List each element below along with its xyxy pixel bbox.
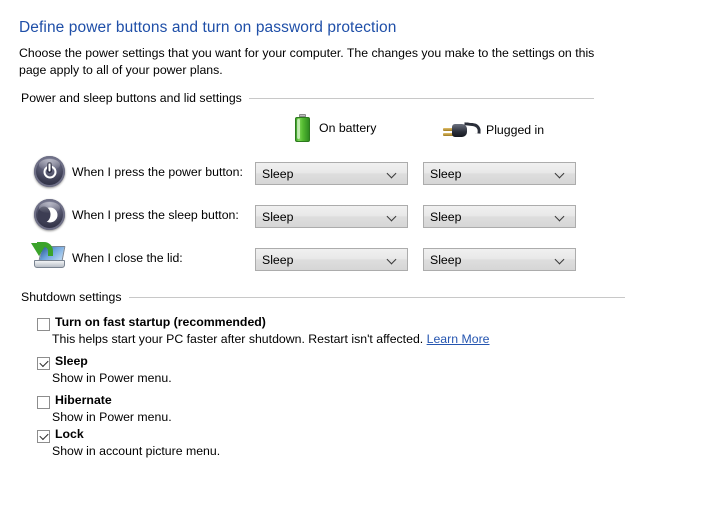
checkbox-sleep[interactable] (37, 357, 50, 370)
battery-icon (295, 114, 310, 142)
chevron-down-icon (556, 170, 564, 178)
page-title: Define power buttons and turn on passwor… (19, 19, 397, 36)
checkbox-lock[interactable] (37, 430, 50, 443)
power-group-rule (246, 98, 594, 99)
sleep-button-plugged-in-value: Sleep (430, 209, 462, 224)
power-options-page: Define power buttons and turn on passwor… (0, 0, 721, 513)
chevron-down-icon (388, 170, 396, 178)
power-button-icon (34, 156, 66, 188)
row-label-sleep-button: When I press the sleep button: (72, 208, 239, 222)
sleep-button-on-battery-value: Sleep (262, 209, 294, 224)
close-lid-plugged-in-select[interactable]: Sleep (423, 248, 576, 271)
column-header-plugged-in-label: Plugged in (486, 123, 545, 137)
fast-startup-description: This helps start your PC faster after sh… (52, 332, 490, 346)
checkbox-hibernate[interactable] (37, 396, 50, 409)
close-lid-on-battery-value: Sleep (262, 252, 294, 267)
checkbox-label-lock: Lock (55, 427, 84, 441)
close-lid-on-battery-select[interactable]: Sleep (255, 248, 408, 271)
checkbox-label-fast-startup: Turn on fast startup (recommended) (55, 315, 266, 329)
chevron-down-icon (388, 213, 396, 221)
sleep-button-plugged-in-select[interactable]: Sleep (423, 205, 576, 228)
row-label-close-lid: When I close the lid: (72, 251, 183, 265)
power-button-plugged-in-select[interactable]: Sleep (423, 162, 576, 185)
checkbox-label-sleep: Sleep (55, 354, 88, 368)
page-description: Choose the power settings that you want … (19, 46, 595, 77)
hibernate-description: Show in Power menu. (52, 410, 172, 424)
column-header-on-battery: On battery (295, 111, 376, 145)
fast-startup-description-text: This helps start your PC faster after sh… (52, 332, 424, 346)
column-header-plugged-in: Plugged in (443, 113, 544, 147)
sleep-button-icon (34, 199, 66, 231)
shutdown-group-rule (125, 297, 625, 298)
chevron-down-icon (556, 256, 564, 264)
power-group-label: Power and sleep buttons and lid settings (21, 91, 249, 105)
close-lid-plugged-in-value: Sleep (430, 252, 462, 267)
column-header-on-battery-label: On battery (319, 121, 377, 135)
checkbox-label-hibernate: Hibernate (55, 393, 112, 407)
power-button-on-battery-select[interactable]: Sleep (255, 162, 408, 185)
row-label-power-button: When I press the power button: (72, 165, 243, 179)
chevron-down-icon (388, 256, 396, 264)
sleep-button-on-battery-select[interactable]: Sleep (255, 205, 408, 228)
power-plug-icon (443, 119, 482, 141)
power-button-on-battery-value: Sleep (262, 166, 294, 181)
shutdown-group-label: Shutdown settings (21, 290, 129, 304)
checkbox-fast-startup[interactable] (37, 318, 50, 331)
laptop-lid-icon (31, 242, 67, 274)
chevron-down-icon (556, 213, 564, 221)
lock-description: Show in account picture menu. (52, 444, 221, 458)
sleep-description: Show in Power menu. (52, 371, 172, 385)
power-button-plugged-in-value: Sleep (430, 166, 462, 181)
learn-more-link[interactable]: Learn More (427, 332, 490, 346)
